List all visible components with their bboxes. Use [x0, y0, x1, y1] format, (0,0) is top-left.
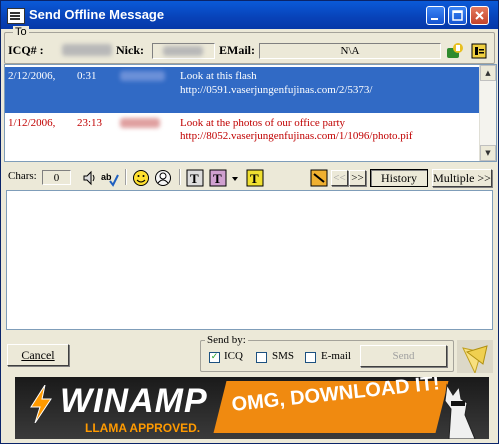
chars-count: 0 — [42, 170, 71, 185]
message-time: 0:31 — [77, 70, 97, 82]
email-label: EMail: — [219, 43, 255, 57]
email-checkbox[interactable] — [305, 352, 316, 363]
send-button[interactable]: Send — [360, 345, 447, 367]
maximize-icon — [452, 10, 463, 21]
user-details-icon[interactable] — [446, 42, 464, 60]
sms-checkbox[interactable] — [256, 352, 267, 363]
close-button[interactable] — [470, 6, 489, 25]
send-by-legend: Send by: — [205, 334, 248, 346]
icq-number-label: ICQ# : — [8, 43, 44, 57]
next-message-button[interactable]: >> — [349, 170, 366, 186]
font-icon[interactable]: T — [186, 169, 204, 187]
svg-text:T: T — [250, 171, 259, 186]
message-toolbar: Chars: 0 ab T T T << >> History Multiple… — [1, 165, 498, 189]
svg-text:T: T — [190, 171, 199, 186]
svg-text:ab: ab — [101, 172, 112, 182]
message-window-icon — [7, 8, 25, 24]
nick-field — [152, 43, 215, 59]
send-by-group: Send by: ✓ ICQ SMS E-mail Send — [200, 334, 454, 372]
message-tray-icon[interactable] — [310, 169, 328, 187]
speaker-icon[interactable] — [81, 169, 99, 187]
toolbar-separator — [179, 169, 181, 185]
winamp-lightning-icon — [30, 385, 52, 423]
icq-option-label: ICQ — [224, 350, 243, 362]
sms-option-label: SMS — [272, 350, 295, 362]
text-color-icon[interactable]: T — [209, 169, 227, 187]
history-toggle-button[interactable]: History — [370, 169, 428, 187]
cancel-button[interactable]: Cancel — [7, 344, 69, 366]
email-field: N\A — [259, 43, 441, 59]
sender-avatar — [457, 340, 493, 373]
icq-number-value — [62, 44, 112, 56]
title-bar[interactable]: Send Offline Message — [1, 1, 498, 29]
minimize-button[interactable] — [426, 6, 445, 25]
close-icon — [475, 11, 484, 20]
contacts-icon[interactable] — [154, 169, 172, 187]
color-dropdown-arrow-icon[interactable] — [230, 169, 240, 187]
spell-check-icon[interactable]: ab — [101, 169, 119, 187]
message-input-area[interactable] — [6, 190, 493, 330]
message-history-list[interactable]: 2/12/2006, 0:31 Look at this flash http:… — [4, 64, 497, 162]
scroll-down-arrow-icon[interactable]: ▼ — [480, 145, 496, 161]
recipient-group: To ICQ# : Nick: EMail: N\A — [4, 26, 495, 64]
history-row[interactable]: 1/12/2006, 23:13 Look at the photos of o… — [5, 116, 479, 161]
message-sender — [120, 118, 160, 128]
nick-value — [163, 46, 203, 56]
chars-label: Chars: — [8, 170, 37, 182]
message-date: 1/12/2006, — [8, 117, 56, 129]
maximize-button[interactable] — [448, 6, 467, 25]
previous-message-button[interactable]: << — [331, 170, 348, 186]
history-row[interactable]: 2/12/2006, 0:31 Look at this flash http:… — [5, 67, 479, 113]
scroll-up-arrow-icon[interactable]: ▲ — [480, 65, 496, 81]
history-scrollbar[interactable]: ▲ ▼ — [479, 65, 496, 161]
message-time: 23:13 — [77, 117, 103, 129]
email-option-label: E-mail — [321, 350, 351, 362]
multiple-button[interactable]: Multiple >> — [432, 169, 492, 187]
message-url[interactable]: http://0591.vaserjungenfujinas.com/2/537… — [180, 84, 372, 96]
svg-text:T: T — [213, 171, 222, 186]
background-color-icon[interactable]: T — [246, 169, 264, 187]
message-text: Look at the photos of our office party — [180, 117, 346, 129]
toolbar-separator — [125, 169, 127, 185]
send-offline-message-window: Send Offline Message To ICQ# : Nick: EMa… — [0, 0, 499, 444]
minimize-icon — [431, 18, 438, 20]
message-text: Look at this flash — [180, 70, 257, 82]
message-url[interactable]: http://8052.vaserjungenfujinas.com/1/109… — [180, 130, 413, 142]
recipient-legend: To — [13, 26, 29, 38]
ad-brand: WINAMP — [60, 382, 208, 420]
message-date: 2/12/2006, — [8, 70, 56, 82]
icq-checkbox[interactable]: ✓ — [209, 352, 220, 363]
user-info-card-icon[interactable] — [470, 42, 488, 60]
ad-tagline: LLAMA APPROVED. — [85, 421, 201, 435]
nick-label: Nick: — [116, 43, 144, 57]
winamp-ad-banner[interactable]: WINAMP LLAMA APPROVED. OMG, DOWNLOAD IT! — [15, 377, 489, 439]
llama-icon — [444, 383, 476, 439]
window-title: Send Offline Message — [29, 7, 165, 22]
message-sender — [120, 71, 165, 81]
smiley-icon[interactable] — [132, 169, 150, 187]
